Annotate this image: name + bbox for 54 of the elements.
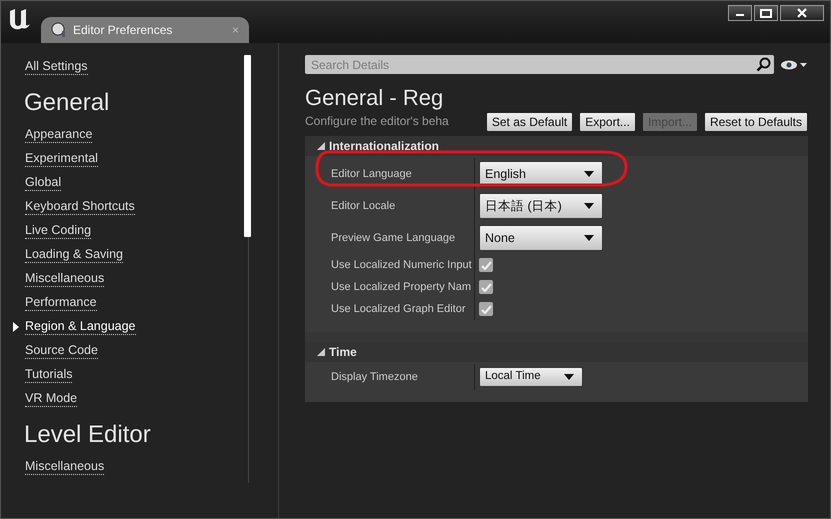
page-description: Configure the editor's beha: [305, 113, 449, 130]
logo-icon: [7, 7, 31, 31]
app-icon: [51, 22, 67, 38]
sidebar-link[interactable]: Miscellaneous: [25, 459, 104, 475]
caret-icon: [584, 171, 594, 177]
checkbox[interactable]: [479, 258, 493, 272]
scrollbar-thumb[interactable]: [244, 55, 251, 237]
section-heading: Level Editor: [23, 420, 152, 450]
expanded-arrow-icon[interactable]: [317, 348, 325, 356]
section-heading: General: [23, 88, 110, 118]
sidebar-link[interactable]: Keyboard Shortcuts: [25, 199, 135, 215]
sidebar-link[interactable]: Live Coding: [25, 223, 92, 239]
checkbox[interactable]: [479, 280, 493, 294]
property-label: Use Localized Numeric Input: [305, 254, 475, 276]
expanded-arrow-icon[interactable]: [317, 142, 325, 150]
caret-icon: [564, 374, 574, 380]
sidebar-link[interactable]: VR Mode: [25, 391, 78, 407]
tab-title: Editor Preferences: [73, 22, 174, 39]
search-icon: [756, 57, 771, 72]
property-label: Editor Locale: [305, 190, 475, 222]
maximize-button[interactable]: [754, 5, 778, 21]
toolbar-button[interactable]: Set as Default: [486, 112, 574, 132]
editor-tab[interactable]: Editor Preferences ×: [41, 17, 249, 43]
property-label: Use Localized Property Nam: [305, 276, 475, 298]
checkbox[interactable]: [479, 302, 493, 316]
close-icon: [796, 8, 808, 18]
minimize-button[interactable]: [728, 5, 752, 21]
dropdown[interactable]: Local Time: [479, 367, 583, 387]
sidebar-link[interactable]: Performance: [25, 295, 97, 311]
category-title: Time: [329, 344, 357, 361]
sidebar-link[interactable]: Global: [25, 175, 62, 191]
sidebar-link[interactable]: All Settings: [25, 59, 88, 75]
sidebar-link[interactable]: Source Code: [25, 343, 98, 359]
maximize-icon: [760, 8, 772, 18]
page-title: General - Reg: [305, 84, 444, 112]
toolbar-button[interactable]: Reset to Defaults: [704, 112, 808, 132]
property-label: Preview Game Language: [305, 222, 475, 254]
dropdown[interactable]: 日本語 (日本): [479, 193, 603, 219]
category-title: Internationalization: [329, 138, 440, 155]
sidebar-link[interactable]: Tutorials: [25, 367, 72, 383]
caret-icon: [584, 203, 594, 209]
eye-icon[interactable]: [780, 58, 808, 70]
sidebar-link[interactable]: Loading & Saving: [25, 247, 123, 263]
property-label: Display Timezone: [305, 364, 475, 390]
toolbar-button[interactable]: Export...: [579, 112, 636, 132]
sidebar-link[interactable]: Appearance: [25, 127, 92, 143]
caret-icon: [584, 235, 594, 241]
property-label: Editor Language: [305, 158, 475, 190]
close-button[interactable]: [780, 5, 824, 21]
dropdown[interactable]: None: [479, 225, 603, 251]
sidebar-link[interactable]: Miscellaneous: [25, 271, 104, 287]
sidebar-link[interactable]: Region & Language: [25, 319, 136, 335]
property-label: Use Localized Graph Editor: [305, 298, 475, 320]
sidebar-link[interactable]: Experimental: [25, 151, 98, 167]
